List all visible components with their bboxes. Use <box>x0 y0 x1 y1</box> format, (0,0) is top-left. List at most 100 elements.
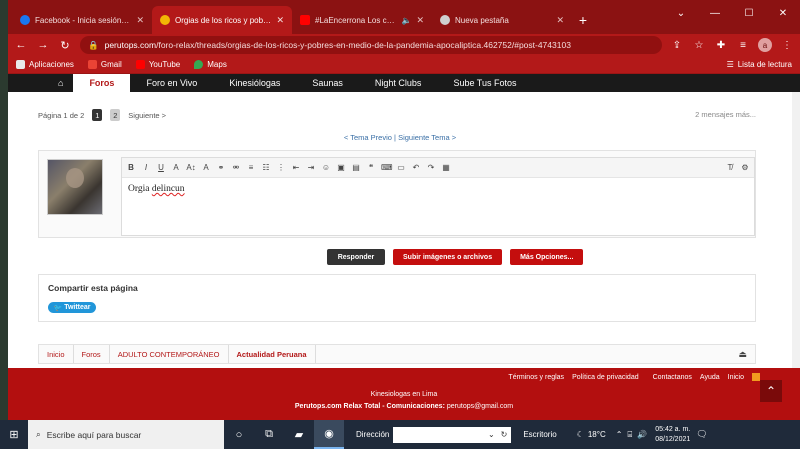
cortana-icon[interactable]: ○ <box>224 420 254 449</box>
tweet-button[interactable]: 🐦 Twittear <box>48 302 96 313</box>
breadcrumb-foros[interactable]: Foros <box>74 345 110 363</box>
outdent-icon[interactable]: ⇤ <box>291 163 301 172</box>
file-explorer-icon[interactable]: ▰ <box>284 420 314 449</box>
font-family-icon[interactable]: A <box>201 163 211 172</box>
bullet-list-icon[interactable]: ☷ <box>261 163 271 172</box>
close-tab-icon[interactable]: ✕ <box>416 15 424 26</box>
bookmark-apps[interactable]: Aplicaciones <box>16 60 74 69</box>
smilie-icon[interactable]: ☺ <box>321 163 331 172</box>
numbered-list-icon[interactable]: ⋮ <box>276 163 286 172</box>
nav-foro-en-vivo[interactable]: Foro en Vivo <box>130 74 213 92</box>
address-toolbar-input[interactable]: ⌄ ↻ <box>393 426 512 443</box>
taskbar-clock[interactable]: 05:42 a. m. 08/12/2021 <box>655 425 690 445</box>
next-thread-link[interactable]: Siguiente Tema > <box>398 133 456 142</box>
breadcrumb-adulto-contemporaneo[interactable]: ADULTO CONTEMPORÁNEO <box>110 345 229 363</box>
nav-kinesiologas[interactable]: Kinesiólogas <box>213 74 296 92</box>
more-options-button[interactable]: Más Opciones... <box>510 249 584 265</box>
bookmark-youtube[interactable]: YouTube <box>135 60 180 69</box>
breadcrumb-inicio[interactable]: Inicio <box>39 345 74 363</box>
bold-icon[interactable]: B <box>126 163 136 172</box>
share-icon[interactable]: ⇪ <box>670 40 684 51</box>
maximize-icon[interactable]: ☐ <box>732 0 766 26</box>
table-icon[interactable]: ▦ <box>441 163 451 172</box>
weather-widget[interactable]: ☾ 18°C <box>577 430 606 439</box>
footer-email[interactable]: perutops@gmail.com <box>447 403 513 410</box>
prev-thread-link[interactable]: < Tema Previo <box>344 133 392 142</box>
tab-new[interactable]: Nueva pestaña ✕ <box>432 6 572 34</box>
breadcrumb-actualidad-peruana[interactable]: Actualidad Peruana <box>229 345 316 363</box>
extensions-icon[interactable]: ✚ <box>714 40 728 51</box>
volume-icon[interactable]: 🔊 <box>637 430 647 440</box>
close-tab-icon[interactable]: ✕ <box>556 15 564 26</box>
editor-text-area[interactable]: Orgia delincun <box>122 178 754 200</box>
page-scrollbar[interactable] <box>792 92 800 368</box>
minimize-icon[interactable]: — <box>698 0 732 26</box>
close-window-icon[interactable]: ✕ <box>766 0 800 26</box>
reply-button[interactable]: Responder <box>327 249 385 265</box>
forward-icon[interactable]: → <box>36 39 50 51</box>
next-page-link[interactable]: Siguiente > <box>128 111 166 120</box>
link-icon[interactable]: ⚭ <box>216 163 226 172</box>
rss-icon[interactable] <box>752 373 760 381</box>
save-draft-icon[interactable]: ▭ <box>396 163 406 172</box>
bookmark-maps[interactable]: Maps <box>194 60 227 69</box>
nav-saunas[interactable]: Saunas <box>296 74 359 92</box>
redo-icon[interactable]: ↷ <box>426 163 436 172</box>
tab-youtube[interactable]: #LaEncerrona Los conciertos 🔈 ✕ <box>292 6 432 34</box>
tab-facebook[interactable]: Facebook - Inicia sesión o regístrate ✕ <box>12 6 152 34</box>
network-icon[interactable]: ⌸ <box>627 430 632 440</box>
reading-list-icon[interactable]: ≡ <box>736 40 750 51</box>
notifications-icon[interactable]: 🗨 <box>696 429 707 440</box>
nav-night-clubs[interactable]: Night Clubs <box>359 74 438 92</box>
footer-link-help[interactable]: Ayuda <box>700 374 720 381</box>
speaker-icon[interactable]: 🔈 <box>401 16 411 25</box>
close-tab-icon[interactable]: ✕ <box>276 15 284 26</box>
menu-icon[interactable]: ⋮ <box>780 40 794 51</box>
footer-link-privacy[interactable]: Política de privacidad <box>572 374 639 381</box>
dropdown-arrow-icon[interactable]: ⌄ <box>488 430 495 439</box>
jump-to-top-icon[interactable]: ⏏ <box>738 349 755 360</box>
more-messages-link[interactable]: 2 mensajes más... <box>695 110 756 119</box>
font-color-icon[interactable]: A <box>171 163 181 172</box>
refresh-icon[interactable]: ↻ <box>501 430 508 439</box>
remove-format-icon[interactable]: T̸ <box>725 163 735 172</box>
page-2-button[interactable]: 2 <box>110 109 121 121</box>
scroll-to-top-button[interactable]: ⌃ <box>760 380 782 402</box>
reading-list-button[interactable]: ☰ Lista de lectura <box>727 60 792 69</box>
nav-sube-tus-fotos[interactable]: Sube Tus Fotos <box>437 74 532 92</box>
user-avatar[interactable] <box>47 159 103 215</box>
back-icon[interactable]: ← <box>14 39 28 51</box>
lock-icon[interactable]: 🔒 <box>88 40 99 51</box>
address-bar[interactable]: 🔒 perutops.com/foro-relax/threads/orgias… <box>80 36 662 54</box>
new-tab-button[interactable]: + <box>572 6 594 34</box>
media-icon[interactable]: ▤ <box>351 163 361 172</box>
windows-start-icon[interactable]: ⊞ <box>0 428 28 441</box>
bookmark-gmail[interactable]: Gmail <box>87 60 122 69</box>
undo-icon[interactable]: ↶ <box>411 163 421 172</box>
task-view-icon[interactable]: ⧉ <box>254 420 284 449</box>
code-icon[interactable]: ⌨ <box>381 163 393 172</box>
desktop-toolbar-label[interactable]: Escritorio <box>523 430 556 439</box>
chrome-taskbar-icon[interactable]: ◉ <box>314 420 344 449</box>
taskbar-search[interactable]: ⌕ Escribe aquí para buscar <box>28 420 224 449</box>
upload-button[interactable]: Subir imágenes o archivos <box>393 249 503 265</box>
font-size-icon[interactable]: A↕ <box>186 163 196 172</box>
quote-icon[interactable]: ❝ <box>366 163 376 172</box>
unlink-icon[interactable]: ⚮ <box>231 163 241 172</box>
page-1-button[interactable]: 1 <box>92 109 103 121</box>
align-icon[interactable]: ≡ <box>246 163 256 172</box>
nav-foros[interactable]: Foros <box>73 74 131 92</box>
indent-icon[interactable]: ⇥ <box>306 163 316 172</box>
footer-link-terms[interactable]: Términos y reglas <box>508 374 564 381</box>
toggle-bbcode-icon[interactable]: ⚙ <box>740 163 750 172</box>
reload-icon[interactable]: ↻ <box>58 39 72 52</box>
home-icon[interactable]: ⌂ <box>48 74 73 92</box>
tab-search-icon[interactable]: ⌄ <box>664 0 698 26</box>
image-icon[interactable]: ▣ <box>336 163 346 172</box>
bookmark-star-icon[interactable]: ☆ <box>692 40 706 51</box>
underline-icon[interactable]: U <box>156 163 166 172</box>
footer-link-contact[interactable]: Contactanos <box>653 374 692 381</box>
italic-icon[interactable]: I <box>141 163 151 172</box>
close-tab-icon[interactable]: ✕ <box>136 15 144 26</box>
footer-link-home[interactable]: Inicio <box>728 374 744 381</box>
